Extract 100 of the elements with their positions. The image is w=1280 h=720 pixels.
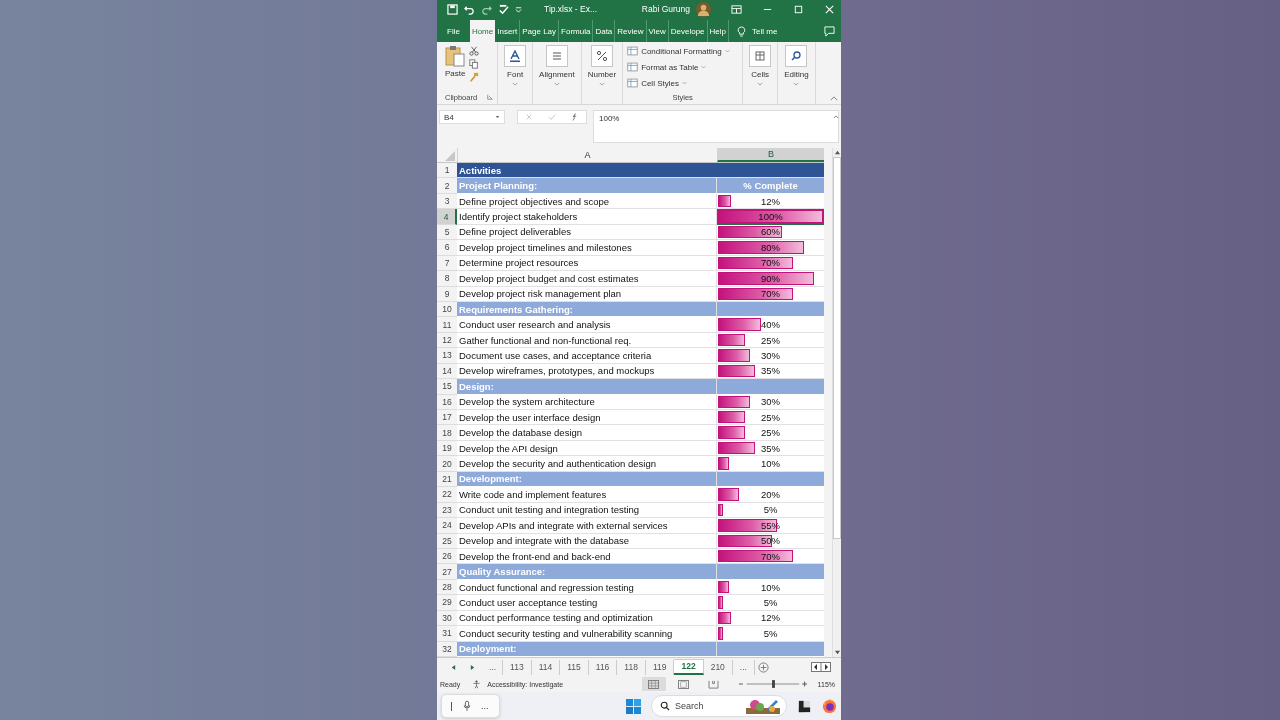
grip-icon[interactable] xyxy=(450,699,453,713)
table-cell: 70% xyxy=(761,288,780,300)
sheet-tab[interactable]: 122 xyxy=(674,659,704,675)
more-options-button[interactable]: ... xyxy=(481,701,489,711)
redo-icon[interactable] xyxy=(481,3,492,15)
maximize-icon[interactable] xyxy=(793,3,804,15)
scissors-icon[interactable] xyxy=(469,46,480,56)
normal-view-icon[interactable] xyxy=(641,677,666,691)
name-box[interactable]: B4 xyxy=(439,110,505,124)
row-header[interactable]: 11 xyxy=(437,317,457,333)
undo-icon[interactable] xyxy=(464,3,475,15)
table-cell: 25% xyxy=(761,427,780,439)
row-header[interactable]: 8 xyxy=(437,271,457,287)
zoom-slider[interactable] xyxy=(737,679,808,689)
table-cell: Define project deliverables xyxy=(457,224,717,241)
row-header[interactable]: 17 xyxy=(437,410,457,426)
styles-menu-button[interactable]: Conditional Formatting xyxy=(627,44,739,58)
table-cell: Develop the system architecture xyxy=(457,394,717,410)
table-cell: Design: xyxy=(457,379,717,395)
table-cell: Develop project budget and cost estimates xyxy=(457,271,717,287)
close-icon[interactable] xyxy=(824,3,835,15)
sheet-tab[interactable]: 116 xyxy=(588,659,618,675)
row-header[interactable]: 15 xyxy=(437,379,457,395)
user-name: Rabi Gurung xyxy=(641,4,690,14)
add-sheet-icon[interactable] xyxy=(757,661,769,673)
insert-function-icon[interactable] xyxy=(570,113,579,121)
vertical-scrollbar[interactable] xyxy=(832,148,841,657)
start-icon[interactable] xyxy=(626,698,641,714)
horizontal-scroll-arrows-icon[interactable] xyxy=(811,662,831,672)
ribbon-display-icon[interactable] xyxy=(731,3,742,15)
row-header[interactable]: 27 xyxy=(437,564,457,580)
row-header[interactable]: 31 xyxy=(437,626,457,642)
row-header[interactable]: 2 xyxy=(437,178,457,194)
ribbon-group-button[interactable]: Font xyxy=(504,45,527,86)
sheet-tab[interactable]: 118 xyxy=(617,659,646,675)
spelling-check-icon[interactable] xyxy=(498,3,509,15)
dialog-launcher-icon[interactable] xyxy=(487,94,494,100)
ribbon-tab[interactable]: File xyxy=(441,20,470,42)
ribbon-tab[interactable]: Home xyxy=(469,20,496,42)
ribbon-group-button[interactable]: Editing xyxy=(784,45,809,86)
row-header[interactable]: 13 xyxy=(437,348,457,364)
scroll-up-icon[interactable] xyxy=(833,150,841,155)
table-cell: 12% xyxy=(761,612,780,624)
brush-icon[interactable] xyxy=(469,72,480,82)
save-icon[interactable] xyxy=(447,3,458,15)
row-header[interactable]: 1 xyxy=(437,163,457,179)
table-cell: Develop the database design xyxy=(457,425,717,441)
collapse-ribbon-icon[interactable] xyxy=(830,96,838,101)
slider-thumb[interactable] xyxy=(771,680,775,688)
sheet-tab[interactable]: 210 xyxy=(703,659,733,675)
sheet-tab[interactable]: 115 xyxy=(560,659,589,675)
table-cell: Conduct functional and regression testing xyxy=(457,579,717,596)
avatar-icon[interactable] xyxy=(696,1,711,17)
sheet-tab[interactable]: ... xyxy=(489,659,504,675)
comments-icon[interactable] xyxy=(824,26,835,37)
window-title: Tip.xlsx - Ex... xyxy=(544,4,598,14)
scroll-down-icon[interactable] xyxy=(833,650,841,655)
paste-button[interactable]: Paste xyxy=(445,45,466,90)
row-header[interactable]: 20 xyxy=(437,456,457,472)
table-cell: Conduct user research and analysis xyxy=(457,317,717,333)
sheet-tab[interactable]: ... xyxy=(732,659,755,675)
table-cell: 5% xyxy=(763,596,778,608)
table-cell: Develop and integrate with the database xyxy=(457,533,717,549)
column-header[interactable]: B xyxy=(717,148,824,162)
row-header[interactable]: 24 xyxy=(437,518,457,534)
row-header[interactable]: 29 xyxy=(437,595,457,611)
app-window-icon[interactable] xyxy=(797,698,812,714)
ribbon-group-button[interactable]: Number xyxy=(587,45,617,86)
number-icon xyxy=(590,45,613,67)
tell-me-search[interactable]: Tell me xyxy=(752,20,778,42)
caret-icon xyxy=(793,82,800,86)
customize-caret-icon[interactable] xyxy=(515,5,522,13)
table-cell: Develop the user interface design xyxy=(457,410,717,426)
row-header[interactable]: 6 xyxy=(437,240,457,256)
clipboard-icon xyxy=(445,45,466,67)
accessibility-icon[interactable] xyxy=(472,679,482,689)
sheet-tab[interactable]: 114 xyxy=(531,659,561,675)
next-sheet-icon[interactable] xyxy=(470,663,475,671)
sheet-tab[interactable]: 113 xyxy=(503,659,532,675)
row-header[interactable]: 22 xyxy=(437,487,457,503)
row-header[interactable]: 4 xyxy=(437,209,457,225)
table-cell: 40% xyxy=(761,319,780,331)
copy-icon[interactable] xyxy=(469,59,480,69)
table-cell: 20% xyxy=(761,488,780,500)
browser-icon[interactable] xyxy=(822,698,837,714)
formula-input[interactable]: 100% xyxy=(593,110,839,143)
previous-sheet-icon[interactable] xyxy=(451,663,456,671)
table-cell: 10% xyxy=(761,458,780,470)
row-header[interactable]: 18 xyxy=(437,425,457,441)
taskbar-search-field[interactable]: Search xyxy=(651,695,787,717)
table-cell: Gather functional and non-functional req. xyxy=(457,332,717,349)
lightbulb-icon[interactable] xyxy=(737,26,746,37)
ribbon-group-button[interactable]: Alignment xyxy=(539,45,575,86)
styles-menu-button[interactable]: Format as Table xyxy=(627,60,739,74)
microphone-icon[interactable] xyxy=(463,700,471,712)
table-cell: 80% xyxy=(761,241,780,253)
expand-formula-bar-icon[interactable] xyxy=(833,115,839,119)
styles-menu-button[interactable]: Cell Styles xyxy=(627,76,739,90)
ribbon-group-button[interactable]: Cells xyxy=(749,45,772,86)
table-cell: 30% xyxy=(761,396,780,408)
